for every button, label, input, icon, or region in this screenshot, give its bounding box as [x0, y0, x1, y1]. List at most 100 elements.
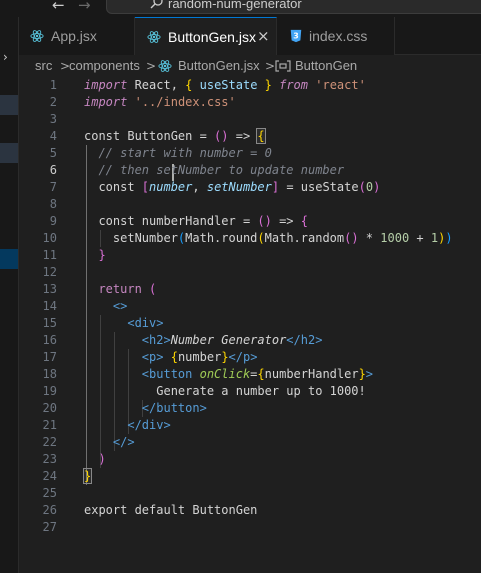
code-line[interactable]: 14 <> — [19, 298, 481, 315]
code-line[interactable]: 21 </div> — [19, 417, 481, 434]
code-text: setNumber(Math.round(Math.random() * 100… — [84, 230, 453, 247]
code-line[interactable]: 24} — [19, 468, 481, 485]
line-number: 18 — [42, 367, 57, 381]
code-token: () — [344, 231, 359, 245]
code-token: setNumber — [84, 231, 178, 245]
code-line[interactable]: 6 // then setNumber to update number — [19, 162, 481, 179]
line-number: 20 — [42, 401, 57, 415]
code-token: } — [82, 468, 93, 484]
tab-app-jsx[interactable]: App.jsx — [19, 17, 135, 55]
code-token: } — [98, 248, 106, 262]
tab-buttongen-jsx[interactable]: ButtonGen.jsx × — [135, 17, 277, 55]
arrow-left-icon[interactable]: ← — [52, 0, 65, 14]
code-line[interactable]: 23 ) — [19, 451, 481, 468]
code-token: } — [358, 367, 366, 381]
code-line[interactable]: 12 — [19, 264, 481, 281]
code-token: useState — [192, 78, 265, 92]
code-token: } — [221, 350, 229, 364]
line-number: 4 — [49, 129, 57, 143]
code-line[interactable]: 18 <button onClick={numberHandler}> — [19, 366, 481, 383]
code-line[interactable]: 4 const ButtonGen = () => { — [19, 128, 481, 145]
code-token: Math.random — [264, 231, 345, 245]
code-line[interactable]: 5 // start with number = 0 — [19, 145, 481, 162]
code-text: import React, { useState } from 'react' — [84, 77, 366, 94]
code-token: import — [84, 95, 128, 109]
code-token: <div> — [127, 316, 164, 330]
code-token: Number Generator — [170, 333, 287, 347]
tab-index-css[interactable]: 3 index.css — [277, 17, 395, 55]
code-token: Generate a number up to 1000! — [84, 384, 366, 398]
code-line[interactable]: 10 setNumber(Math.round(Math.random() * … — [19, 230, 481, 247]
code-line[interactable]: 20 </button> — [19, 400, 481, 417]
line-number: 9 — [49, 214, 57, 228]
code-token: // start with number = 0 — [98, 146, 272, 160]
code-token: ) — [445, 231, 453, 245]
code-line[interactable]: 16 <h2>Number Generator</h2> — [19, 332, 481, 349]
sidebar-item[interactable] — [0, 95, 18, 115]
breadcrumb: src > components > ButtonGen.jsx > Butto… — [19, 55, 481, 77]
line-number: 8 — [49, 197, 57, 211]
breadcrumb-item-symbol[interactable]: ButtonGen — [295, 58, 357, 74]
line-number: 13 — [42, 282, 57, 296]
chevron-right-icon: > — [265, 59, 276, 73]
tab-label: App.jsx — [51, 28, 97, 44]
code-token: 1 — [430, 231, 439, 245]
chevron-right-icon[interactable]: › — [3, 50, 8, 64]
sidebar-item[interactable] — [0, 143, 18, 163]
line-number: 7 — [49, 180, 57, 194]
code-token: { — [256, 128, 266, 144]
sidebar-item-selected[interactable] — [0, 249, 18, 269]
code-line[interactable]: 1 import React, { useState } from 'react' — [19, 77, 481, 94]
code-line[interactable]: 9 const numberHandler = () => { — [19, 213, 481, 230]
code-line[interactable]: 11 } — [19, 247, 481, 264]
code-text: <div> — [84, 315, 163, 332]
line-number: 19 — [42, 384, 57, 398]
code-token: <p> — [141, 350, 164, 364]
code-line[interactable]: 8 — [19, 196, 481, 213]
code-line[interactable]: 15 <div> — [19, 315, 481, 332]
code-line[interactable]: 27 — [19, 519, 481, 536]
code-line[interactable]: 26 export default ButtonGen — [19, 502, 481, 519]
code-text: import '../index.css' — [84, 94, 236, 111]
editor-tab-bar: App.jsx ButtonGen.jsx × 3 index.css — [19, 17, 481, 55]
code-token: onClick — [199, 367, 251, 381]
code-line[interactable]: 13 return ( — [19, 281, 481, 298]
code-text: const [number, setNumber] = useState(0) — [84, 179, 380, 196]
code-line[interactable]: 22 </> — [19, 434, 481, 451]
arrow-right-icon[interactable]: → — [78, 0, 91, 14]
breadcrumb-item-file[interactable]: ButtonGen.jsx — [178, 58, 260, 74]
line-number: 15 — [42, 316, 57, 330]
code-line[interactable]: 3 — [19, 111, 481, 128]
code-text: <h2>Number Generator</h2> — [84, 332, 323, 349]
code-text: </> — [84, 434, 135, 451]
breadcrumb-item-src[interactable]: src — [35, 58, 52, 74]
line-number: 1 — [49, 78, 57, 92]
code-text: export default ButtonGen — [84, 502, 257, 519]
code-token: setNumber — [206, 180, 272, 194]
code-line[interactable]: 25 — [19, 485, 481, 502]
close-icon[interactable]: × — [257, 27, 270, 45]
code-token: 1000 — [380, 231, 410, 245]
code-line[interactable]: 17 <p> {number}</p> — [19, 349, 481, 366]
code-token: const — [84, 180, 142, 194]
code-token: () — [257, 214, 272, 228]
code-token: return — [98, 282, 142, 296]
code-editor[interactable]: 1 import React, { useState } from 'react'… — [19, 77, 481, 573]
code-line[interactable]: 7 const [number, setNumber] = useState(0… — [19, 179, 481, 196]
code-line[interactable]: 19 Generate a number up to 1000! — [19, 383, 481, 400]
line-number: 22 — [42, 435, 57, 449]
react-icon — [30, 30, 44, 42]
breadcrumb-item-components[interactable]: components — [69, 58, 140, 74]
line-number: 5 — [49, 146, 57, 160]
code-token: 0 — [365, 180, 374, 194]
code-line[interactable]: 2 import '../index.css' — [19, 94, 481, 111]
css-icon: 3 — [290, 29, 302, 43]
line-number: 11 — [42, 248, 57, 262]
code-token: '../index.css' — [134, 95, 236, 109]
